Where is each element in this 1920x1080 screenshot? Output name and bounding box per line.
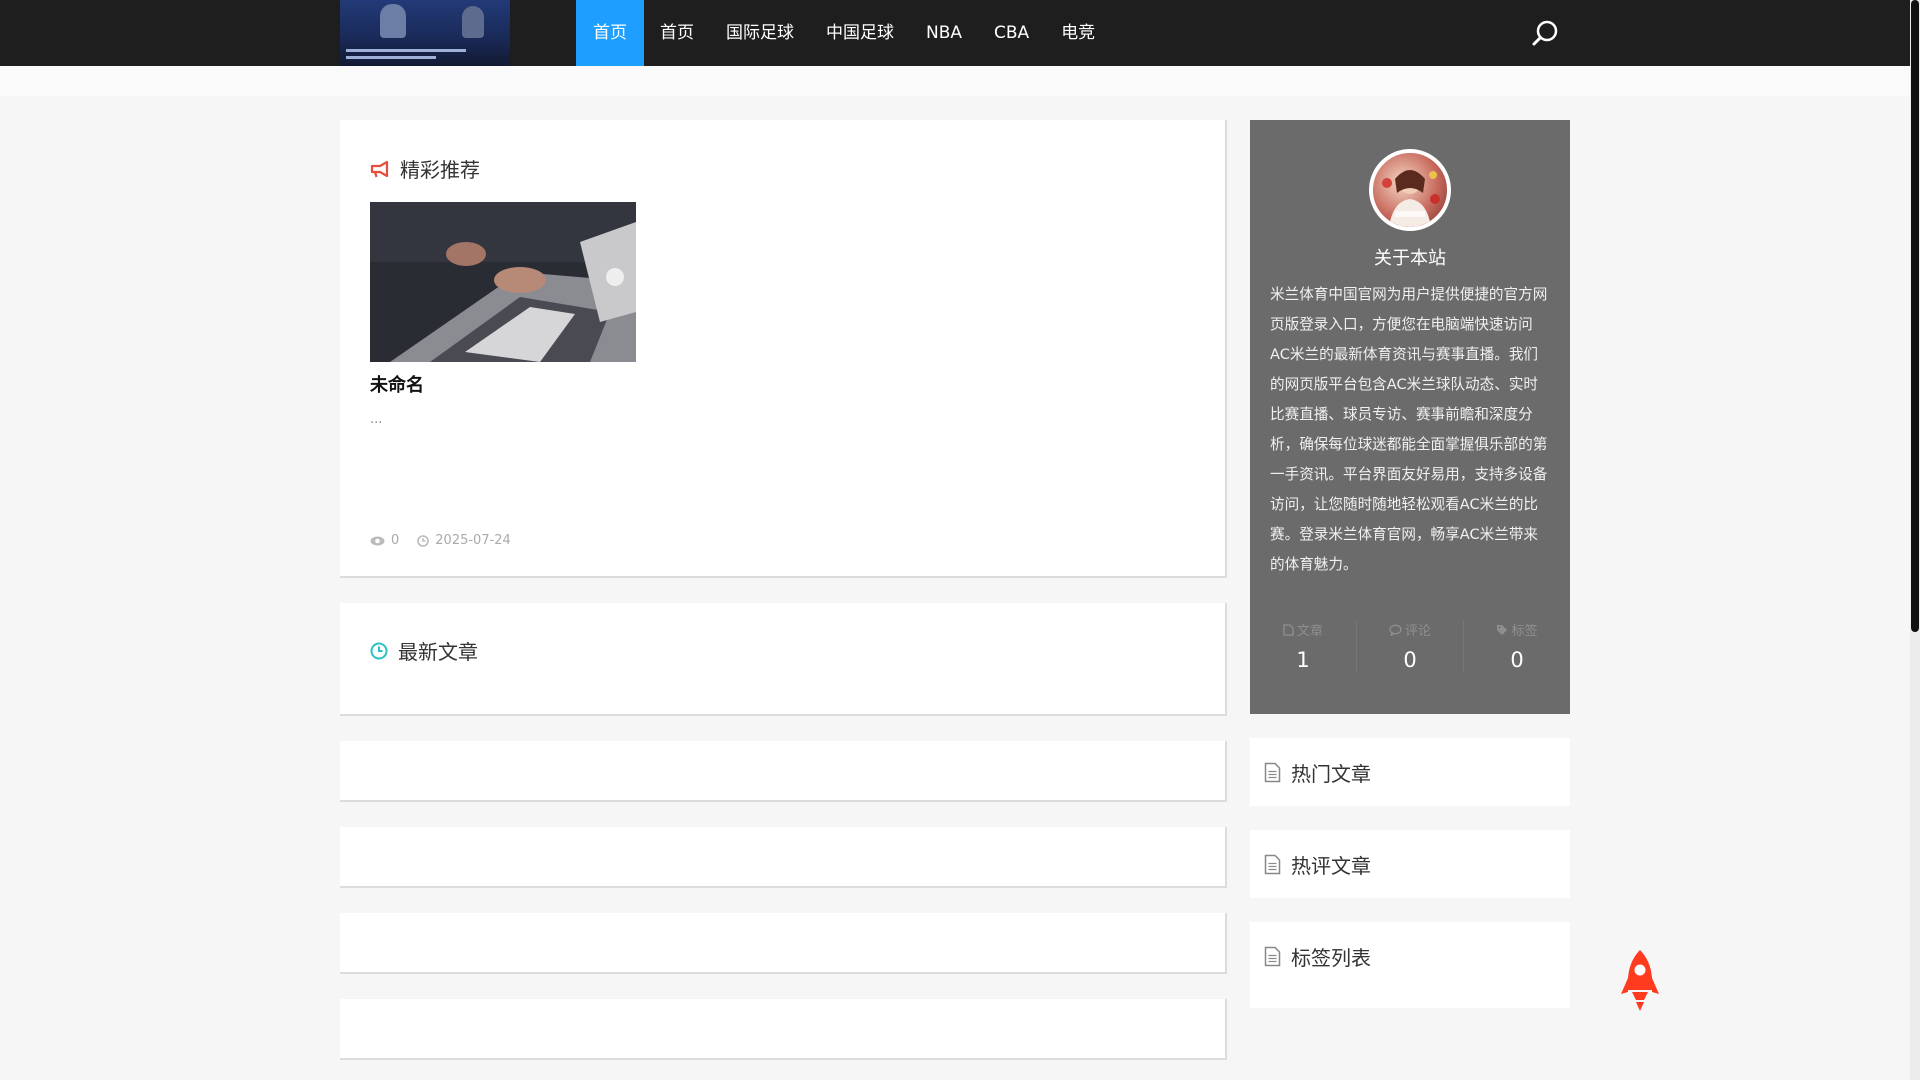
- hot-comments-title: 热评文章: [1291, 854, 1371, 878]
- nav-item-china-football[interactable]: 中国足球: [810, 0, 910, 66]
- about-title: 关于本站: [1374, 248, 1446, 269]
- tag-list-heading: 标签列表: [1264, 942, 1371, 971]
- eye-icon: [370, 536, 385, 545]
- stat-label-comments: 评论: [1404, 624, 1431, 639]
- stat-value-comments: 0: [1403, 647, 1417, 672]
- clock-icon: [370, 642, 388, 659]
- article-list-item[interactable]: [340, 999, 1227, 1060]
- featured-panel: 精彩推荐 未命名 ... 0 2025-07-24: [340, 120, 1227, 578]
- scrollbar-track[interactable]: [1910, 0, 1920, 1080]
- site-logo[interactable]: [340, 0, 510, 66]
- stat-tags: 标签 0: [1464, 620, 1570, 672]
- nav-item-home-active[interactable]: 首页: [576, 0, 644, 66]
- logo-figure-right: [462, 6, 484, 38]
- latest-title: 最新文章: [398, 640, 478, 664]
- about-description: 米兰体育中国官网为用户提供便捷的官方网页版登录入口，方便您在电脑端快速访问AC米…: [1270, 286, 1548, 573]
- nav-item-cba[interactable]: CBA: [978, 0, 1045, 66]
- nav-item-nba[interactable]: NBA: [910, 0, 978, 66]
- site-stats: 文章 1 评论 0 标签 0: [1250, 620, 1570, 672]
- article-list-item[interactable]: [340, 913, 1227, 974]
- featured-heading: 精彩推荐: [370, 154, 480, 183]
- document-icon: [1264, 854, 1281, 875]
- tag-icon: [1497, 624, 1508, 635]
- hot-articles-title: 热门文章: [1291, 762, 1371, 786]
- view-count: 0: [391, 533, 400, 548]
- stat-label-tags: 标签: [1511, 624, 1538, 639]
- article-title[interactable]: 未命名: [370, 371, 424, 397]
- about-site-card: 关于本站 米兰体育中国官网为用户提供便捷的官方网页版登录入口，方便您在电脑端快速…: [1250, 120, 1570, 714]
- nav-item-home[interactable]: 首页: [644, 0, 710, 66]
- comment-icon: [1389, 624, 1402, 636]
- header-shadow-strip: [0, 66, 1910, 96]
- document-icon: [1264, 946, 1281, 967]
- document-icon: [1283, 623, 1294, 636]
- hot-articles-box: 热门文章: [1250, 738, 1570, 806]
- latest-heading: 最新文章: [370, 636, 478, 665]
- document-icon: [1264, 762, 1281, 783]
- nav-item-intl-football[interactable]: 国际足球: [710, 0, 810, 66]
- stat-comments: 评论 0: [1357, 620, 1464, 672]
- tag-list-title: 标签列表: [1291, 946, 1371, 970]
- article-excerpt: ...: [370, 412, 383, 427]
- nav-item-esports[interactable]: 电竞: [1045, 0, 1111, 66]
- hot-articles-heading: 热门文章: [1264, 758, 1371, 787]
- featured-title: 精彩推荐: [400, 158, 480, 182]
- scrollbar-thumb[interactable]: [1911, 0, 1919, 632]
- clock-icon: [417, 534, 430, 547]
- article-meta: 0 2025-07-24: [370, 533, 511, 548]
- logo-figure-left: [380, 4, 406, 38]
- stat-value-articles: 1: [1296, 647, 1310, 672]
- article-thumbnail[interactable]: [370, 202, 636, 362]
- logo-caption-line: [346, 56, 436, 59]
- publish-date: 2025-07-24: [435, 533, 511, 548]
- main-nav: 首页 首页 国际足球 中国足球 NBA CBA 电竞: [576, 0, 1111, 66]
- site-avatar: [1369, 149, 1451, 231]
- stat-articles: 文章 1: [1250, 620, 1357, 672]
- hot-comments-box: 热评文章: [1250, 830, 1570, 898]
- megaphone-icon: [370, 160, 389, 177]
- top-nav-bar: 首页 首页 国际足球 中国足球 NBA CBA 电竞: [0, 0, 1910, 66]
- logo-caption-line: [346, 49, 466, 52]
- search-icon[interactable]: [1530, 18, 1560, 48]
- back-to-top-rocket-icon[interactable]: [1620, 948, 1660, 1012]
- stat-label-articles: 文章: [1296, 624, 1323, 639]
- article-list-item[interactable]: [340, 741, 1227, 802]
- tag-list-box: 标签列表: [1250, 922, 1570, 1008]
- article-list-item[interactable]: [340, 827, 1227, 888]
- stat-value-tags: 0: [1510, 647, 1524, 672]
- latest-articles-panel: 最新文章: [340, 603, 1227, 716]
- hot-comments-heading: 热评文章: [1264, 850, 1371, 879]
